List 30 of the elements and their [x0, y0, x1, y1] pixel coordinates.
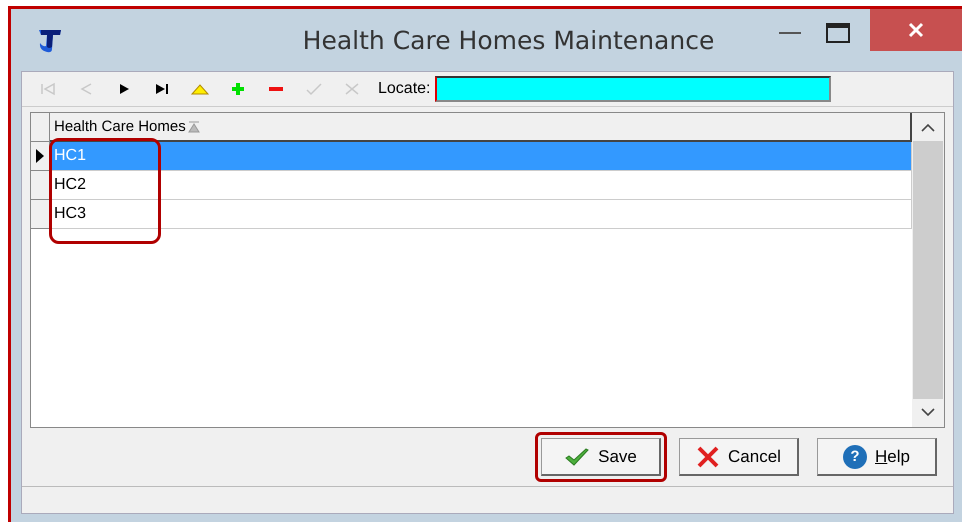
skip-to-end-icon [153, 82, 171, 96]
save-button[interactable]: Save [541, 438, 661, 476]
close-button[interactable] [870, 9, 962, 51]
minimize-icon [779, 31, 801, 35]
x-mark-icon [343, 82, 361, 96]
locate-label: Locate: [378, 80, 430, 98]
current-row-icon [36, 149, 44, 163]
checkmark-icon [305, 82, 323, 96]
row-indicator[interactable] [31, 142, 50, 171]
locate-field[interactable] [435, 76, 832, 102]
row-indicator[interactable] [31, 200, 50, 229]
column-header-label: Health Care Homes [54, 118, 186, 135]
plus-icon [229, 82, 247, 96]
checkmark-icon [564, 446, 590, 466]
row-indicator[interactable] [31, 171, 50, 200]
scroll-up-icon [921, 123, 935, 133]
scroll-down-icon [921, 407, 935, 417]
maximize-icon [826, 23, 850, 43]
column-header[interactable]: Health Care Homes [50, 113, 912, 142]
x-mark-icon [696, 444, 720, 468]
window-title: Health Care Homes Maintenance [302, 26, 716, 54]
triangle-icon [191, 82, 209, 96]
close-icon [908, 22, 924, 38]
vertical-scrollbar[interactable] [912, 113, 944, 427]
cancel-button[interactable]: Cancel [679, 438, 799, 476]
table-cell[interactable]: HC3 [50, 200, 912, 229]
help-button[interactable]: ? Help [817, 438, 937, 476]
help-icon: ? [843, 444, 868, 468]
skip-to-start-icon [39, 82, 57, 96]
table-cell[interactable]: HC2 [50, 171, 912, 200]
